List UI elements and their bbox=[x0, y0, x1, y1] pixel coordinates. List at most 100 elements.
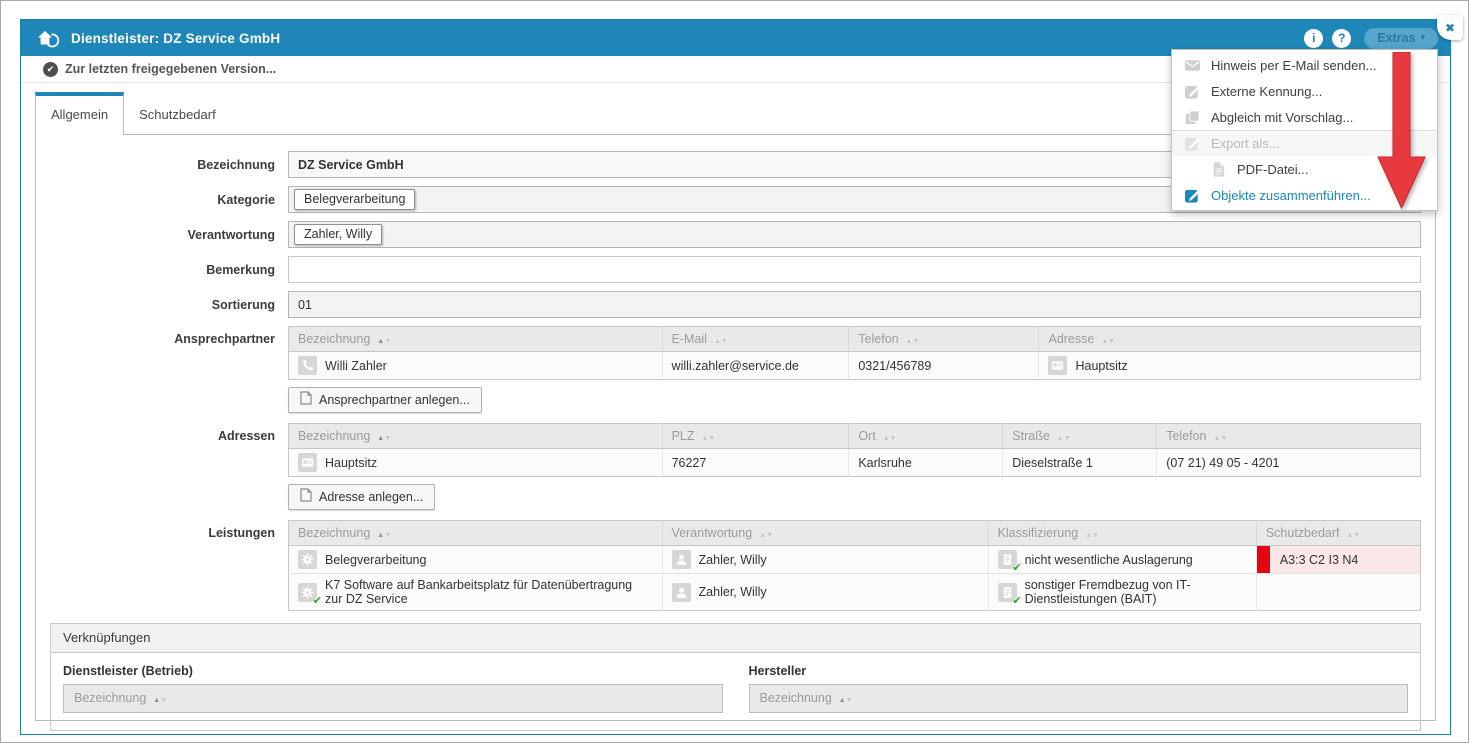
bemerkung-field[interactable] bbox=[288, 256, 1421, 283]
leistungen-table: Bezeichnung▲▼ Verantwortung▲▼ Klassifizi… bbox=[288, 520, 1421, 611]
column-header-ort[interactable]: Ort▲▼ bbox=[849, 424, 1003, 449]
pdf-icon bbox=[1210, 161, 1227, 178]
column-header-bezeichnung[interactable]: Bezeichnung▲▼ bbox=[289, 327, 663, 352]
sort-icon: ▲▼ bbox=[153, 697, 167, 704]
extras-dropdown-menu: Hinweis per E-Mail senden... Externe Ken… bbox=[1171, 49, 1438, 211]
kategorie-chip[interactable]: Belegverarbeitung bbox=[294, 189, 415, 210]
sort-icon: ▲▼ bbox=[883, 435, 897, 442]
adresse-anlegen-label: Adresse anlegen... bbox=[319, 490, 423, 504]
field-label-adressen: Adressen bbox=[36, 423, 288, 443]
ansprechpartner-anlegen-label: Ansprechpartner anlegen... bbox=[319, 393, 470, 407]
column-header-telefon[interactable]: Telefon▲▼ bbox=[849, 327, 1039, 352]
sort-icon: ▲▼ bbox=[377, 338, 391, 345]
form-row-sortierung: Sortierung 01 bbox=[36, 291, 1435, 318]
verantwortung-chip[interactable]: Zahler, Willy bbox=[294, 224, 382, 245]
sort-icon: ▲▼ bbox=[377, 532, 391, 539]
sort-icon: ▲▼ bbox=[1214, 435, 1228, 442]
edit-icon-active bbox=[1184, 187, 1201, 204]
form-row-bemerkung: Bemerkung bbox=[36, 256, 1435, 283]
gear-icon: ✔ bbox=[298, 583, 317, 602]
help-button[interactable]: ? bbox=[1332, 29, 1351, 48]
adresse-strasse: Dieselstraße 1 bbox=[1012, 456, 1093, 470]
schutzbedarf-value: A3:3 C2 I3 N4 bbox=[1270, 553, 1368, 567]
phone-icon bbox=[298, 356, 317, 375]
form-row-verantwortung: Verantwortung Zahler, Willy bbox=[36, 221, 1435, 248]
hersteller-column-header[interactable]: Bezeichnung▲▼ bbox=[749, 684, 1409, 713]
adresse-row[interactable]: Hauptsitz 76227 Karlsruhe Dieselstraße 1… bbox=[289, 449, 1421, 477]
menu-item-label: Export als... bbox=[1211, 136, 1280, 151]
field-label-leistungen: Leistungen bbox=[36, 520, 288, 540]
menu-item-export-als[interactable]: Export als... bbox=[1172, 130, 1437, 156]
extras-button[interactable]: Extras ▾ bbox=[1364, 28, 1438, 49]
verknuepfungen-title: Verknüpfungen bbox=[51, 624, 1420, 653]
mail-icon bbox=[1184, 57, 1201, 74]
column-header-telefon[interactable]: Telefon▲▼ bbox=[1157, 424, 1421, 449]
form-row-adressen: Adressen Bezeichnung▲▼ PLZ▲▼ Ort▲▼ Straß… bbox=[36, 423, 1435, 510]
caret-down-icon: ▾ bbox=[1420, 32, 1425, 43]
column-header-klassifizierung[interactable]: Klassifizierung▲▼ bbox=[988, 521, 1256, 546]
sort-icon: ▲▼ bbox=[702, 435, 716, 442]
sort-icon: ▲▼ bbox=[839, 697, 853, 704]
column-header-schutzbedarf[interactable]: Schutzbedarf▲▼ bbox=[1256, 521, 1420, 546]
ansprechpartner-anlegen-button[interactable]: Ansprechpartner anlegen... bbox=[288, 387, 482, 413]
column-header-plz[interactable]: PLZ▲▼ bbox=[662, 424, 849, 449]
form-row-ansprechpartner: Ansprechpartner Bezeichnung▲▼ E-Mail▲▼ T… bbox=[36, 326, 1435, 413]
leistung-row[interactable]: Belegverarbeitung Zahler, Willy ✔nicht w… bbox=[289, 546, 1421, 574]
column-header-adresse[interactable]: Adresse▲▼ bbox=[1039, 327, 1421, 352]
dienstleister-betrieb-column-header[interactable]: Bezeichnung▲▼ bbox=[63, 684, 723, 713]
tab-panel-allgemein: Bezeichnung DZ Service GmbH Kategorie Be… bbox=[35, 134, 1436, 721]
menu-item-pdf-datei[interactable]: PDF-Datei... bbox=[1172, 156, 1437, 182]
field-label-verantwortung: Verantwortung bbox=[36, 228, 288, 242]
address-card-icon bbox=[1048, 356, 1067, 375]
field-label-ansprechpartner: Ansprechpartner bbox=[36, 326, 288, 346]
menu-item-hinweis-email[interactable]: Hinweis per E-Mail senden... bbox=[1172, 52, 1437, 78]
ansprechpartner-table: Bezeichnung▲▼ E-Mail▲▼ Telefon▲▼ Adresse… bbox=[288, 326, 1421, 380]
menu-item-objekte-zusammenfuehren[interactable]: Objekte zusammenführen... bbox=[1172, 182, 1437, 208]
tab-allgemein[interactable]: Allgemein bbox=[35, 92, 124, 135]
classification-doc-icon: ✔ bbox=[998, 583, 1017, 602]
ansprechpartner-row[interactable]: Willi Zahler willi.zahler@service.de 032… bbox=[289, 352, 1421, 380]
dienstleister-house-icon bbox=[36, 27, 62, 49]
group-label-hersteller: Hersteller bbox=[749, 664, 1409, 678]
column-header-verantwortung[interactable]: Verantwortung▲▼ bbox=[662, 521, 988, 546]
column-header-bezeichnung[interactable]: Bezeichnung▲▼ bbox=[289, 521, 663, 546]
green-check-icon: ✔ bbox=[1012, 561, 1021, 574]
tab-schutzbedarf[interactable]: Schutzbedarf bbox=[124, 92, 231, 134]
new-page-icon bbox=[300, 391, 312, 408]
extras-button-label: Extras bbox=[1377, 31, 1415, 45]
new-page-icon bbox=[300, 488, 312, 505]
sort-icon: ▲▼ bbox=[714, 338, 728, 345]
adresse-name: Hauptsitz bbox=[325, 456, 377, 470]
classification-doc-icon: ✔ bbox=[998, 550, 1017, 569]
edit-icon bbox=[1184, 135, 1201, 152]
gear-icon bbox=[298, 550, 317, 569]
version-link-label: Zur letzten freigegebenen Version... bbox=[65, 62, 276, 76]
dialog-title: Dienstleister: DZ Service GmbH bbox=[71, 31, 280, 46]
info-button[interactable]: i bbox=[1304, 29, 1323, 48]
column-header-strasse[interactable]: Straße▲▼ bbox=[1003, 424, 1157, 449]
leistung-klassifizierung: nicht wesentliche Auslagerung bbox=[1025, 553, 1193, 567]
sort-icon: ▲▼ bbox=[759, 532, 773, 539]
leistung-row[interactable]: ✔K7 Software auf Bankarbeitsplatz für Da… bbox=[289, 574, 1421, 611]
verantwortung-field[interactable]: Zahler, Willy bbox=[288, 221, 1421, 248]
column-header-email[interactable]: E-Mail▲▼ bbox=[662, 327, 849, 352]
field-label-kategorie: Kategorie bbox=[36, 193, 288, 207]
column-header-bezeichnung[interactable]: Bezeichnung▲▼ bbox=[289, 424, 663, 449]
ansprechpartner-email: willi.zahler@service.de bbox=[672, 359, 799, 373]
sort-icon: ▲▼ bbox=[1085, 532, 1099, 539]
close-button[interactable]: ✖ bbox=[1437, 15, 1463, 40]
verknuepfungen-dienstleister-betrieb: Dienstleister (Betrieb) Bezeichnung▲▼ bbox=[63, 664, 723, 713]
ansprechpartner-phone: 0321/456789 bbox=[858, 359, 931, 373]
sortierung-value: 01 bbox=[298, 298, 312, 312]
adresse-plz: 76227 bbox=[672, 456, 707, 470]
green-check-icon: ✔ bbox=[1012, 594, 1021, 607]
check-circle-icon: ✔ bbox=[43, 62, 58, 77]
adresse-telefon: (07 21) 49 05 - 4201 bbox=[1166, 456, 1279, 470]
sortierung-field[interactable]: 01 bbox=[288, 291, 1421, 318]
field-label-bemerkung: Bemerkung bbox=[36, 263, 288, 277]
menu-item-abgleich-vorschlag[interactable]: Abgleich mit Vorschlag... bbox=[1172, 104, 1437, 130]
adresse-anlegen-button[interactable]: Adresse anlegen... bbox=[288, 484, 435, 510]
leistung-klassifizierung: sonstiger Fremdbezug von IT-Dienstleistu… bbox=[1025, 578, 1247, 606]
menu-item-externe-kennung[interactable]: Externe Kennung... bbox=[1172, 78, 1437, 104]
menu-item-label: Hinweis per E-Mail senden... bbox=[1211, 58, 1376, 73]
